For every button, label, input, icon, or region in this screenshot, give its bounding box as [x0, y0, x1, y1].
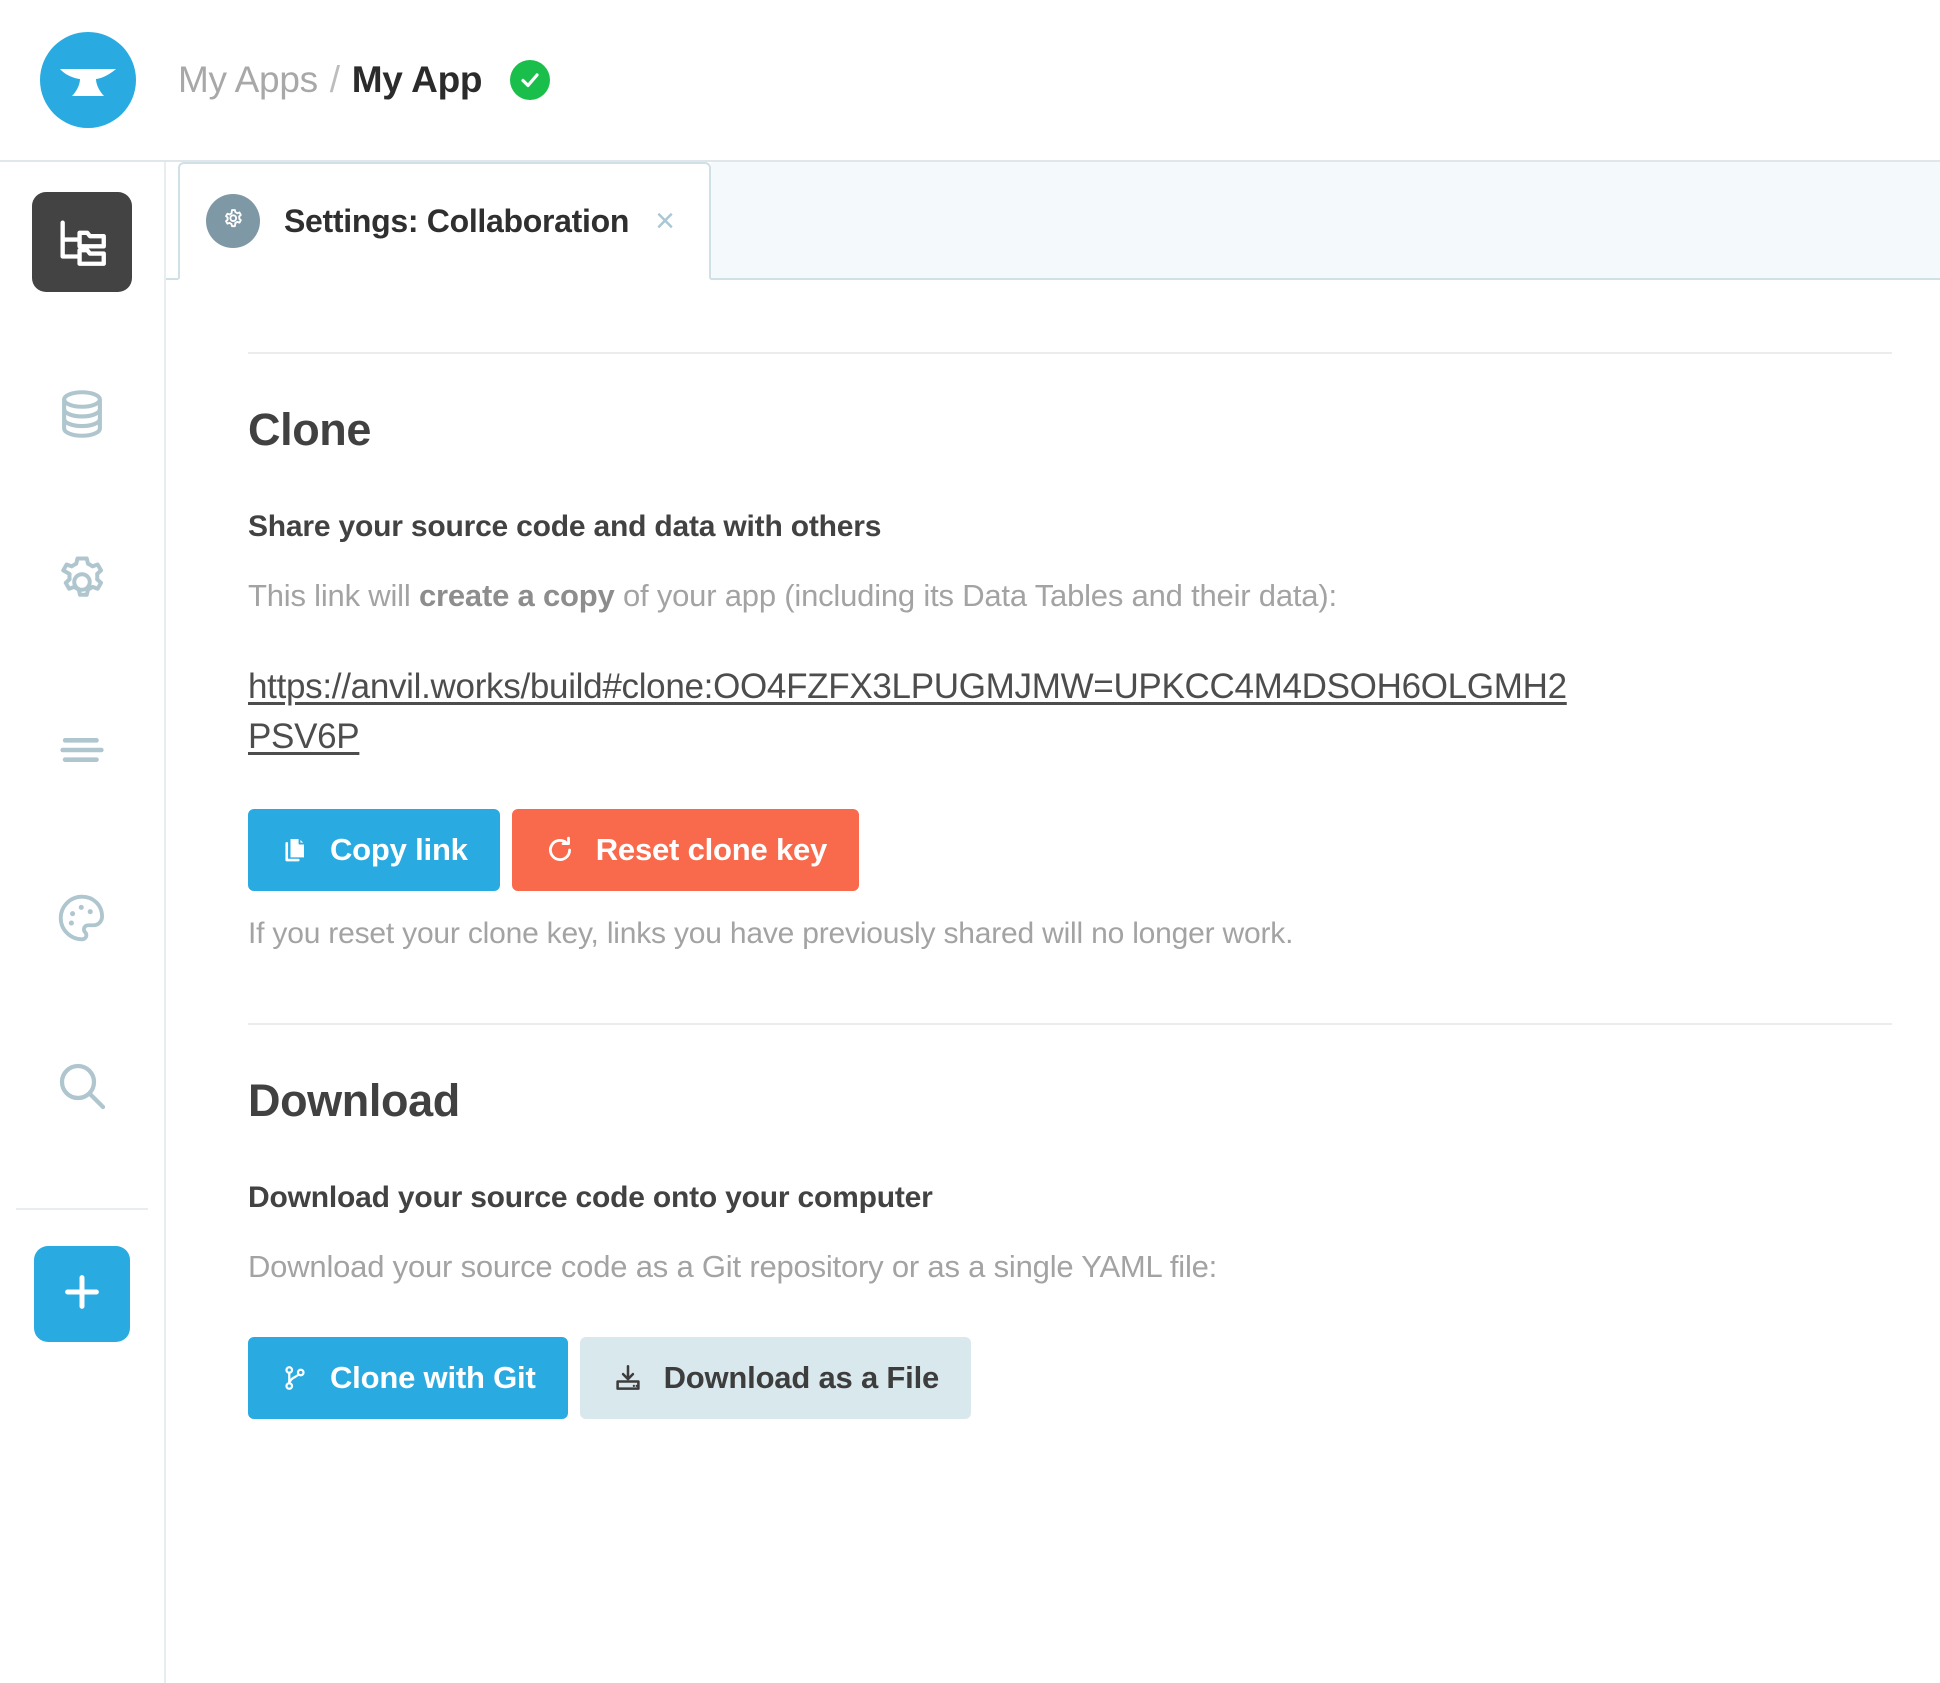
copy-link-button[interactable]: Copy link — [248, 809, 500, 891]
clone-with-git-button-label: Clone with Git — [330, 1360, 536, 1396]
close-icon[interactable]: × — [655, 204, 675, 238]
section-divider-middle — [248, 1023, 1892, 1025]
left-sidebar — [0, 162, 166, 1683]
download-as-file-button[interactable]: Download as a File — [580, 1337, 971, 1419]
download-tray-icon — [612, 1362, 644, 1394]
clone-description: This link will create a copy of your app… — [248, 574, 1558, 618]
sidebar-item-settings[interactable] — [32, 532, 132, 632]
tab-settings-collaboration[interactable]: Settings: Collaboration × — [178, 162, 711, 280]
gear-icon — [52, 552, 112, 612]
clone-reset-hint: If you reset your clone key, links you h… — [248, 917, 1892, 951]
app-window: My Apps / My App — [0, 0, 1940, 1683]
menu-lines-icon — [53, 721, 111, 779]
add-component-button[interactable] — [34, 1246, 130, 1342]
search-icon — [52, 1056, 112, 1116]
download-button-row: Clone with Git — [248, 1337, 1892, 1419]
tab-bar-empty-space — [711, 162, 1940, 280]
database-icon — [53, 385, 111, 443]
tab-label: Settings: Collaboration — [284, 203, 629, 240]
tab-bar: Settings: Collaboration × — [166, 162, 1940, 280]
clone-button-row: Copy link Reset clone key — [248, 809, 1892, 891]
clone-with-git-button[interactable]: Clone with Git — [248, 1337, 568, 1419]
section-divider-top — [248, 352, 1892, 354]
clone-description-emphasis: create a copy — [419, 578, 615, 613]
sidebar-item-menu[interactable] — [32, 700, 132, 800]
palette-icon — [53, 889, 111, 947]
clone-section-subtitle: Share your source code and data with oth… — [248, 510, 1892, 544]
git-branch-icon — [280, 1363, 310, 1393]
breadcrumb: My Apps / My App — [178, 59, 550, 101]
app-header: My Apps / My App — [0, 0, 1940, 162]
settings-content-scroll[interactable]: Clone Share your source code and data wi… — [166, 280, 1940, 1683]
app-body: Settings: Collaboration × Clone Share yo… — [0, 162, 1940, 1683]
refresh-icon — [544, 834, 576, 866]
download-section-subtitle: Download your source code onto your comp… — [248, 1181, 1892, 1215]
download-as-file-button-label: Download as a File — [664, 1360, 939, 1396]
breadcrumb-separator: / — [330, 59, 340, 101]
anvil-logo-icon[interactable] — [40, 32, 136, 128]
reset-clone-key-button[interactable]: Reset clone key — [512, 809, 859, 891]
copy-link-button-label: Copy link — [330, 832, 468, 868]
file-tree-icon — [53, 213, 111, 271]
sidebar-item-app-browser[interactable] — [32, 192, 132, 292]
breadcrumb-parent[interactable]: My Apps — [178, 59, 318, 101]
clone-description-before: This link will — [248, 578, 419, 613]
check-circle-icon — [510, 60, 550, 100]
clone-description-after: of your app (including its Data Tables a… — [615, 578, 1337, 613]
download-description: Download your source code as a Git repos… — [248, 1245, 1558, 1289]
sidebar-item-data-tables[interactable] — [32, 364, 132, 464]
reset-clone-key-button-label: Reset clone key — [596, 832, 827, 868]
plus-icon — [59, 1269, 105, 1320]
gear-icon — [206, 194, 260, 248]
breadcrumb-current[interactable]: My App — [352, 59, 482, 101]
clone-section-title: Clone — [248, 404, 1892, 456]
copy-icon — [280, 835, 310, 865]
sidebar-item-search[interactable] — [32, 1036, 132, 1136]
clone-link[interactable]: https://anvil.works/build#clone:OO4FZFX3… — [248, 662, 1588, 761]
download-section-title: Download — [248, 1075, 1892, 1127]
main-panel: Settings: Collaboration × Clone Share yo… — [166, 162, 1940, 1683]
sidebar-divider — [16, 1208, 148, 1210]
sidebar-item-theme[interactable] — [32, 868, 132, 968]
